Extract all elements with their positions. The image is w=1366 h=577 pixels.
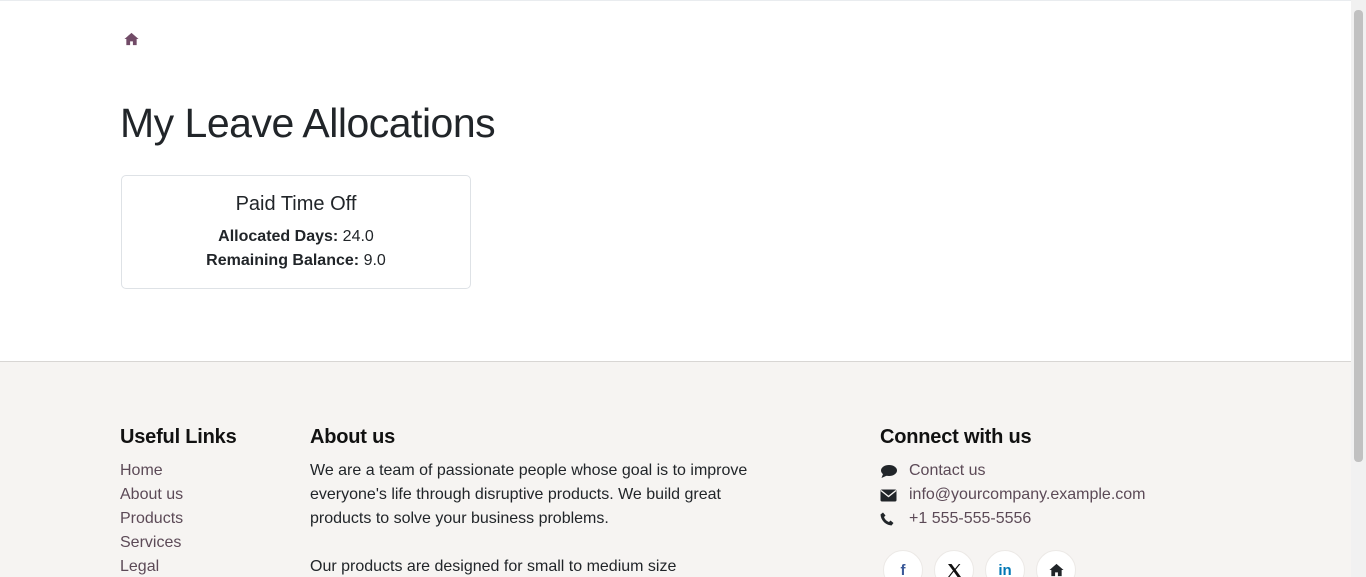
home-icon[interactable] (1036, 550, 1076, 577)
social-links: f in (883, 550, 1076, 577)
linkedin-icon[interactable]: in (985, 550, 1025, 577)
home-icon[interactable] (124, 32, 139, 46)
remaining-balance-label: Remaining Balance: (206, 252, 360, 269)
envelope-icon (880, 487, 901, 503)
about-us-paragraph-2: Our products are designed for small to m… (310, 558, 677, 575)
footer-link-legal[interactable]: Legal (120, 555, 183, 577)
allocated-days-label: Allocated Days: (218, 228, 339, 245)
email-item: info@yourcompany.example.com (880, 483, 1146, 507)
contact-us-link[interactable]: Contact us (909, 462, 985, 480)
phone-item: +1 555-555-5556 (880, 507, 1146, 531)
footer: Useful Links Home About us Products Serv… (0, 361, 1351, 577)
facebook-icon[interactable]: f (883, 550, 923, 577)
useful-links-list: Home About us Products Services Legal (120, 459, 183, 577)
footer-link-services[interactable]: Services (120, 531, 183, 555)
allocation-title: Paid Time Off (235, 193, 357, 215)
about-us-paragraph-1: We are a team of passionate people whose… (310, 462, 748, 527)
top-divider (0, 0, 1351, 1)
contact-list: Contact us info@yourcompany.example.com … (880, 459, 1146, 531)
connect-title: Connect with us (880, 426, 1032, 448)
allocated-days-row: Allocated Days: 24.0 (122, 228, 470, 246)
allocated-days-value: 24.0 (342, 228, 374, 245)
main-content: My Leave Allocations Paid Time Off Alloc… (0, 0, 1351, 361)
about-us-title: About us (310, 426, 396, 448)
useful-links-title: Useful Links (120, 426, 237, 448)
remaining-balance-value: 9.0 (363, 252, 386, 269)
phone-icon (880, 511, 901, 527)
scrollbar-thumb[interactable] (1354, 10, 1363, 462)
footer-link-home[interactable]: Home (120, 459, 183, 483)
footer-link-about-us[interactable]: About us (120, 483, 183, 507)
allocation-card: Paid Time Off Allocated Days: 24.0 Remai… (121, 175, 471, 289)
page-title: My Leave Allocations (120, 100, 496, 146)
about-us-text: We are a team of passionate people whose… (310, 459, 750, 577)
x-twitter-icon[interactable] (934, 550, 974, 577)
contact-item: Contact us (880, 459, 1146, 483)
comment-icon (880, 463, 901, 479)
email-link[interactable]: info@yourcompany.example.com (909, 486, 1146, 504)
remaining-balance-row: Remaining Balance: 9.0 (122, 252, 470, 270)
footer-link-products[interactable]: Products (120, 507, 183, 531)
phone-link[interactable]: +1 555-555-5556 (909, 510, 1031, 528)
